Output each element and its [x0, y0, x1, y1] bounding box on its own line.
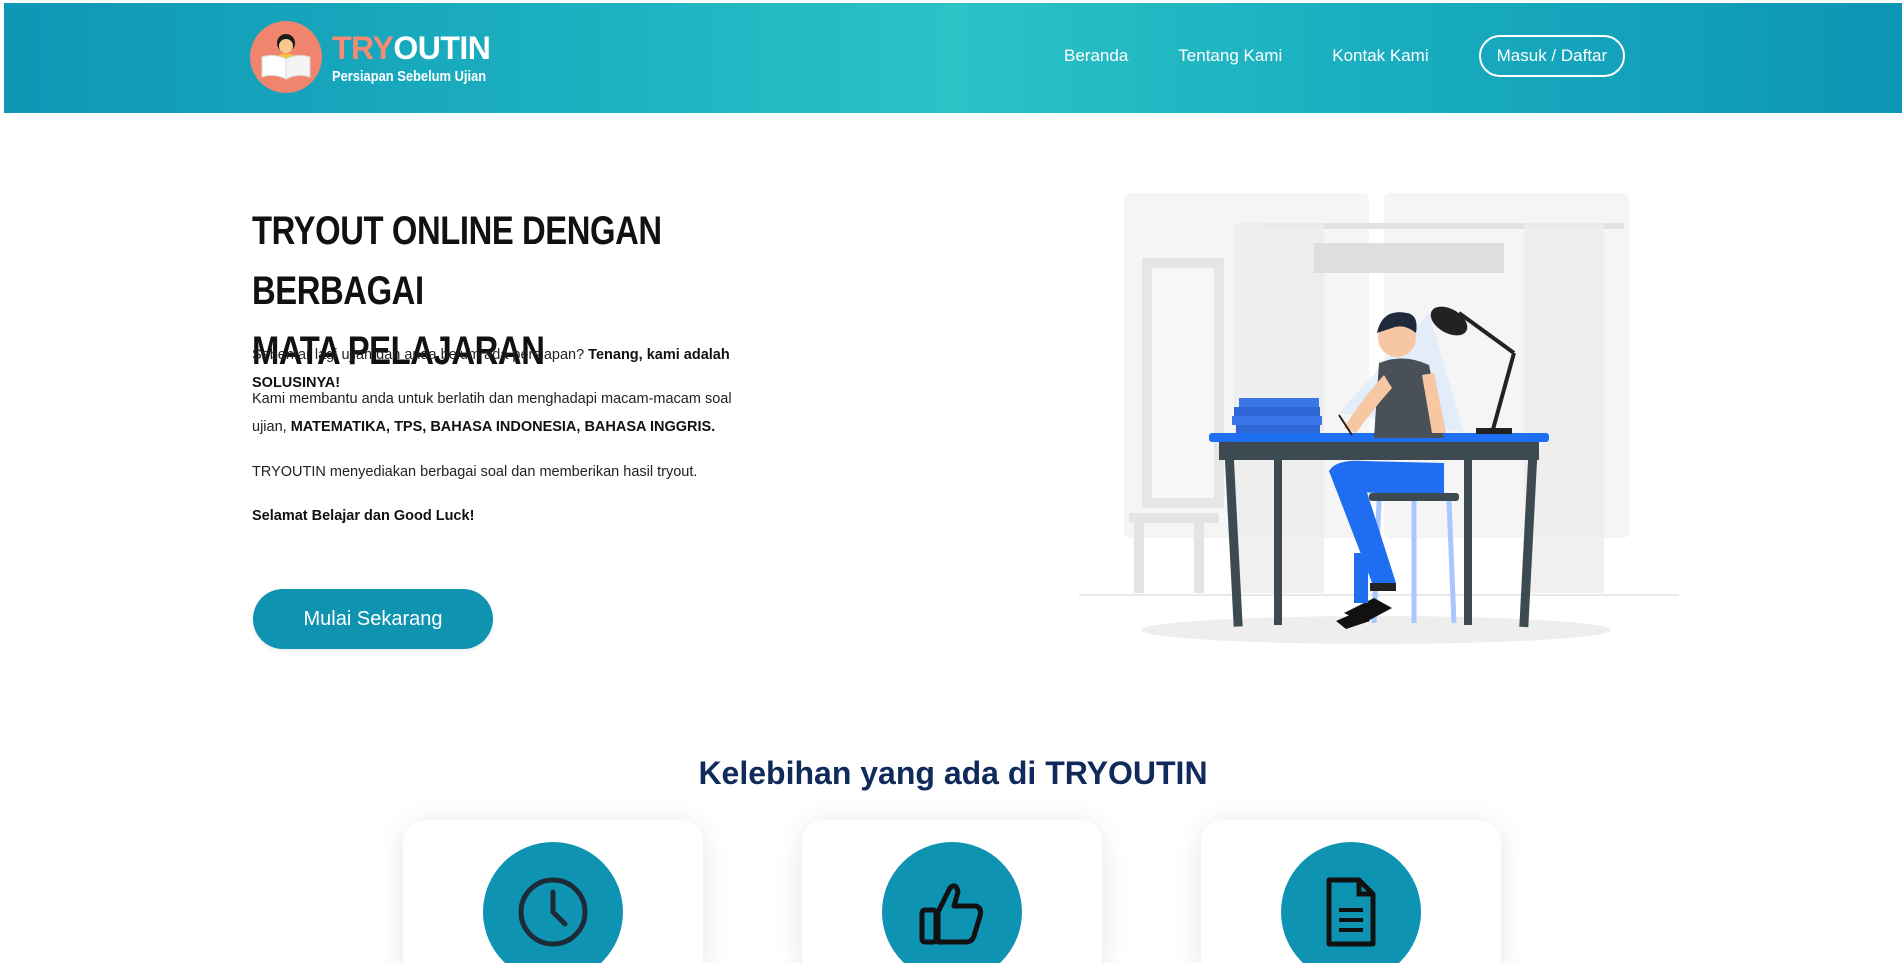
nav-tentang-kami[interactable]: Tentang Kami [1178, 36, 1282, 76]
nav-kontak-kami[interactable]: Kontak Kami [1332, 36, 1428, 76]
brand-name-part1: TRY [332, 29, 394, 66]
hero-paragraph-3: TRYOUTIN menyediakan berbagai soal dan m… [252, 464, 698, 480]
feature-card [1201, 820, 1501, 963]
header: TRYOUTIN Persiapan Sebelum Ujian Beranda… [4, 3, 1902, 113]
hero-p1-text: Sebentar lagi ujian dan anda belum ada p… [252, 347, 589, 363]
hero-p2-text-b: ujian, [252, 419, 291, 435]
brand-tagline: Persiapan Sebelum Ujian [332, 67, 487, 85]
clock-icon [518, 877, 588, 947]
hero-p2-text-a: Kami membantu anda untuk berlatih dan me… [252, 391, 732, 407]
document-icon [1326, 877, 1376, 947]
reading-person-icon [250, 21, 322, 93]
main-nav: Beranda Tentang Kami Kontak Kami Masuk /… [1064, 35, 1626, 77]
hero-paragraph-4: Selamat Belajar dan Good Luck! [252, 502, 812, 530]
start-now-button[interactable]: Mulai Sekarang [253, 589, 493, 649]
feature-card [403, 820, 703, 963]
feature-icon-circle [882, 842, 1022, 963]
thumbs-up-icon [919, 883, 983, 945]
hero-title-line1: TRYOUT ONLINE DENGAN BERBAGAI [252, 209, 662, 313]
brand-name: TRYOUTIN [332, 30, 511, 66]
login-register-button[interactable]: Masuk / Daftar [1478, 35, 1626, 77]
hero-paragraph-2: Kami membantu anda untuk berlatih dan me… [252, 385, 812, 441]
page: TRYOUTIN Persiapan Sebelum Ujian Beranda… [4, 3, 1902, 963]
studying-illustration [1079, 193, 1679, 644]
feature-card [802, 820, 1102, 963]
feature-icon-circle [483, 842, 623, 963]
hero-p2-bold: MATEMATIKA, TPS, BAHASA INDONESIA, BAHAS… [290, 419, 716, 435]
brand-name-part2: OUTIN [393, 29, 491, 66]
nav-beranda[interactable]: Beranda [1064, 36, 1128, 76]
hero-p4-bold: Selamat Belajar dan Good Luck! [252, 508, 475, 524]
feature-icon-circle [1281, 842, 1421, 963]
features-title: Kelebihan yang ada di TRYOUTIN [698, 755, 1208, 791]
brand-logo[interactable]: TRYOUTIN Persiapan Sebelum Ujian [250, 21, 511, 93]
